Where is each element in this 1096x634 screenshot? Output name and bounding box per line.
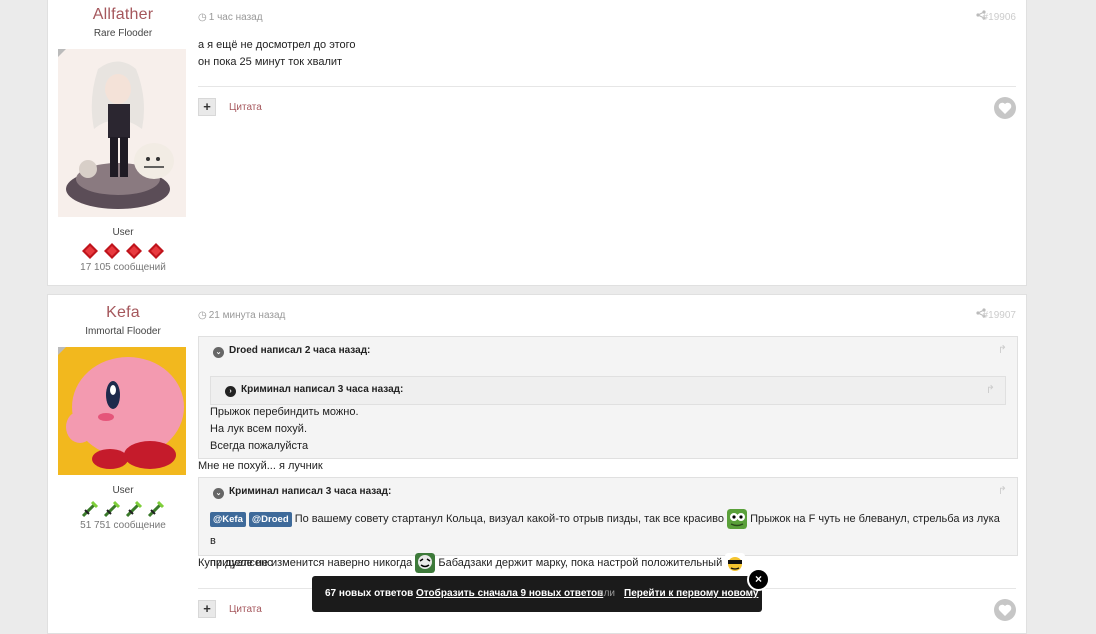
green-sword-rank-icon [125,500,143,518]
quote-author: Криминал написал 3 часа назад: [229,486,392,497]
post-time[interactable]: ◷ 1 час назад [198,12,263,23]
goto-quote-icon[interactable]: ↱ [986,383,995,396]
author-name[interactable]: Allfather [48,6,198,24]
new-replies-toast: 67 новых ответов Отобразить сначала 9 но… [312,576,762,612]
rank-badges [48,499,198,519]
quote-line: Прыжок перебиндить можно. [210,406,359,418]
green-sword-rank-icon [81,500,99,518]
multiquote-plus-button[interactable]: + [198,98,216,116]
post-reply-text: Мне не похуй... я лучник [198,460,323,472]
post-body: ◷ 1 час назад #19906 а я ещё не досмотрел… [198,0,1016,285]
avatar[interactable] [58,49,186,217]
frog-emote-icon [727,509,748,530]
post-time-text: 21 минута назад [208,310,286,321]
author-rank: Immortal Flooder [85,326,161,337]
quote-button[interactable]: Цитата [229,102,262,113]
goto-quote-icon[interactable]: ↱ [998,343,1007,356]
goto-first-new-link[interactable]: Перейти к первому новому [624,588,758,599]
red-diamond-rank-icon [104,243,120,259]
quote-header[interactable]: ⌄ Криминал написал 3 часа назад: [213,486,391,499]
mention-droed[interactable]: @Droed [248,512,292,527]
rank-badges [48,241,198,261]
show-new-replies-link[interactable]: Отобразить сначала 9 новых ответов [416,588,603,599]
red-diamond-rank-icon [148,243,164,259]
clock-icon: ◷ [198,12,207,23]
quote-line: Всегда пожалуйста [210,440,309,452]
nested-quote-block: › Криминал написал 3 часа назад: ↱ [210,376,1006,405]
new-replies-count: 67 новых ответов [325,588,414,599]
avatar[interactable] [58,347,186,475]
post-number[interactable]: #19907 [983,310,1016,321]
author-post-count: 17 105 сообщений [80,262,166,273]
green-sword-rank-icon [103,500,121,518]
quote-line-1: @Kefa @Droed По вашему совету стартанул … [210,508,1007,552]
like-heart-icon[interactable] [994,97,1016,119]
close-icon[interactable]: × [747,568,770,591]
post-time[interactable]: ◷ 21 минута назад [198,310,285,321]
quote-text-span: По вашему совету стартанул Кольца, визуа… [294,513,724,525]
like-heart-icon[interactable] [994,599,1016,621]
author-rank: Rare Flooder [93,28,153,39]
post-footer: + Цитата [198,86,1016,119]
quote-header[interactable]: ⌄ Droed написал 2 часа назад: [213,345,370,358]
quote-button[interactable]: Цитата [229,604,262,615]
post-reply-text: Купи дуалсенс [198,557,273,569]
post-line: он пока 25 минут ток хвалит [198,56,343,68]
collapse-chevron-icon[interactable]: ⌄ [213,347,224,358]
green-sword-rank-icon [147,500,165,518]
quote-author: Droed написал 2 часа назад: [229,345,371,356]
post-content: а я ещё не досмотрел до этого он пока 25… [198,37,1016,71]
goto-quote-icon[interactable]: ↱ [998,484,1007,497]
author-group: User [112,227,134,238]
red-diamond-rank-icon [126,243,142,259]
post-time-text: 1 час назад [208,12,263,23]
toast-or-text: или [598,588,616,599]
post-author: Allfather Rare Flooder User 17 105 сообщ… [48,0,198,273]
collapse-chevron-icon[interactable]: ⌄ [213,488,224,499]
quote-header[interactable]: › Криминал написал 3 часа назад: [225,384,403,397]
red-diamond-rank-icon [82,243,98,259]
post-19906: Allfather Rare Flooder User 17 105 сообщ… [47,0,1027,286]
clock-icon: ◷ [198,310,207,321]
author-name[interactable]: Kefa [48,304,198,322]
author-group: User [112,485,134,496]
multiquote-plus-button[interactable]: + [198,600,216,618]
expand-chevron-icon[interactable]: › [225,386,236,397]
quote-author: Криминал написал 3 часа назад: [241,384,404,395]
quote-text: Прыжок перебиндить можно. На лук всем по… [210,404,359,455]
quote-block: ⌄ Криминал написал 3 часа назад: ↱ @Kefa … [198,477,1018,574]
post-line: а я ещё не досмотрел до этого [198,39,356,51]
author-post-count: 51 751 сообщение [80,520,166,531]
quote-block: ⌄ Droed написал 2 часа назад: ↱ › Криминал… [198,336,1018,459]
post-number[interactable]: #19906 [983,12,1016,23]
post-author: Kefa Immortal Flooder User 51 751 сообще… [48,295,198,531]
quote-line: На лук всем похуй. [210,423,308,435]
mention-kefa[interactable]: @Kefa [210,512,246,527]
